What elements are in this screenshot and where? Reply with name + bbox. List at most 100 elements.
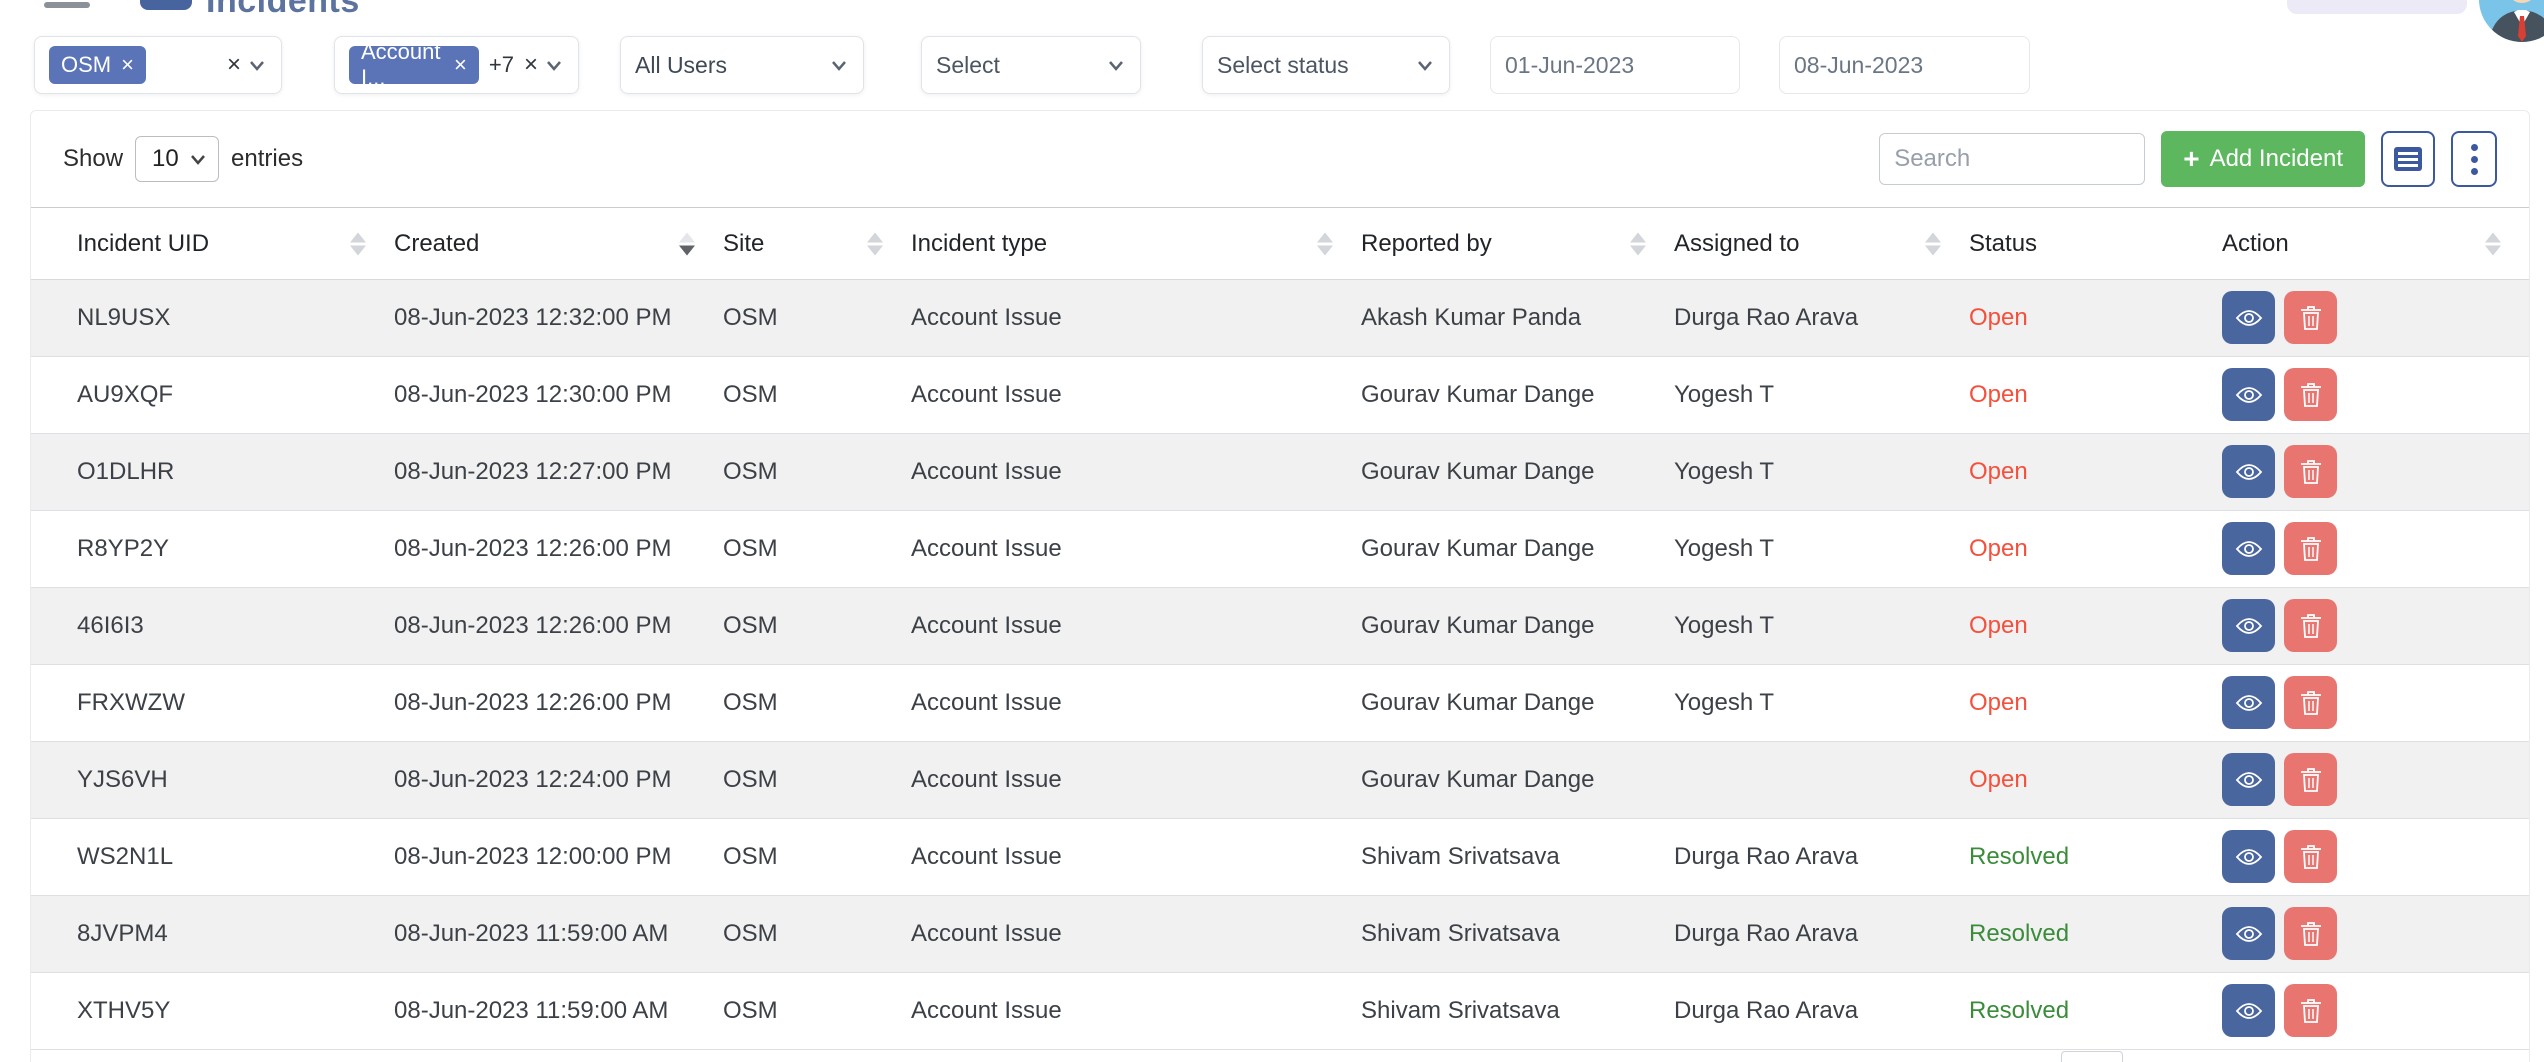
status-badge: Resolved [1969, 843, 2069, 870]
view-incident-button[interactable] [2222, 830, 2275, 883]
view-incident-button[interactable] [2222, 599, 2275, 652]
delete-incident-button[interactable] [2284, 368, 2337, 421]
status-badge: Open [1969, 766, 2028, 793]
view-incident-button[interactable] [2222, 291, 2275, 344]
table-row: NL9USX08-Jun-2023 12:32:00 PMOSMAccount … [31, 279, 2529, 356]
delete-incident-button[interactable] [2284, 445, 2337, 498]
cell-incident-uid: 46I6I3 [31, 587, 394, 664]
table-controls: Show 10 entries + Add Incident [31, 111, 2529, 208]
cell-action [2222, 664, 2529, 741]
filter-incident-type[interactable]: Account I... × +7 × [334, 36, 579, 94]
delete-incident-button[interactable] [2284, 984, 2337, 1037]
more-options-button[interactable] [2451, 131, 2497, 187]
view-incident-button[interactable] [2222, 984, 2275, 1037]
clear-filter-icon[interactable]: × [227, 51, 241, 79]
column-header-created[interactable]: Created [394, 209, 723, 279]
topbar-action-button[interactable] [2287, 0, 2467, 14]
table-header-row: Incident UID CreatedSiteIncident typeRepo… [31, 209, 2529, 279]
view-incident-button[interactable] [2222, 368, 2275, 421]
table-row: R8YP2Y08-Jun-2023 12:26:00 PMOSMAccount … [31, 510, 2529, 587]
cell-status: Open [1969, 587, 2222, 664]
delete-incident-button[interactable] [2284, 907, 2337, 960]
search-input[interactable] [1879, 133, 2145, 185]
delete-incident-button[interactable] [2284, 522, 2337, 575]
cell-site: OSM [723, 356, 911, 433]
column-header-status[interactable]: Status [1969, 209, 2222, 279]
sort-icon [2485, 232, 2501, 255]
cell-created: 08-Jun-2023 12:26:00 PM [394, 664, 723, 741]
cell-status: Resolved [1969, 818, 2222, 895]
cell-assigned-to: Yogesh T [1674, 433, 1969, 510]
cell-reported-by: Shivam Srivatsava [1361, 818, 1674, 895]
chevron-down-icon [1106, 55, 1126, 75]
status-badge: Open [1969, 689, 2028, 716]
column-label: Incident UID [77, 230, 209, 257]
filter-user-select[interactable]: All Users [620, 36, 864, 94]
plus-icon: + [2183, 145, 2199, 173]
chevron-down-icon [829, 55, 849, 75]
cell-action [2222, 895, 2529, 972]
cell-status: Open [1969, 356, 2222, 433]
chevron-down-icon [247, 55, 267, 75]
column-header-incident-type[interactable]: Incident type [911, 209, 1361, 279]
column-header-action[interactable]: Action [2222, 209, 2529, 279]
cell-action [2222, 356, 2529, 433]
column-header-reported-by[interactable]: Reported by [1361, 209, 1674, 279]
date-to-input[interactable]: 08-Jun-2023 [1779, 36, 2030, 94]
cell-incident-type: Account Issue [911, 587, 1361, 664]
kebab-icon [2471, 144, 2478, 175]
view-incident-button[interactable] [2222, 676, 2275, 729]
column-header-site[interactable]: Site [723, 209, 911, 279]
cell-incident-uid: YJS6VH [31, 741, 394, 818]
cell-assigned-to: Durga Rao Arava [1674, 818, 1969, 895]
chip-remove-icon[interactable]: × [454, 54, 467, 76]
sort-icon [867, 232, 883, 255]
filter-generic-select[interactable]: Select [921, 36, 1141, 94]
pagination-button-partial[interactable] [2061, 1051, 2123, 1062]
column-visibility-button[interactable] [2381, 131, 2435, 187]
view-incident-button[interactable] [2222, 907, 2275, 960]
add-incident-button[interactable]: + Add Incident [2161, 131, 2365, 187]
column-header-assigned-to[interactable]: Assigned to [1674, 209, 1969, 279]
view-incident-button[interactable] [2222, 522, 2275, 575]
list-icon [2393, 146, 2423, 172]
filter-chip-account-issue: Account I... × [349, 46, 479, 84]
column-header-incident-uid[interactable]: Incident UID [31, 209, 394, 279]
delete-incident-button[interactable] [2284, 676, 2337, 729]
delete-incident-button[interactable] [2284, 753, 2337, 806]
cell-incident-uid: R8YP2Y [31, 510, 394, 587]
eye-icon [2235, 385, 2263, 405]
filter-status-select[interactable]: Select status [1202, 36, 1450, 94]
chip-remove-icon[interactable]: × [121, 54, 134, 76]
delete-incident-button[interactable] [2284, 830, 2337, 883]
cell-incident-type: Account Issue [911, 818, 1361, 895]
delete-incident-button[interactable] [2284, 599, 2337, 652]
cell-reported-by: Shivam Srivatsava [1361, 895, 1674, 972]
cell-reported-by: Shivam Srivatsava [1361, 972, 1674, 1049]
menu-icon[interactable] [44, 0, 90, 8]
entries-label: entries [231, 145, 303, 173]
cell-action [2222, 741, 2529, 818]
date-from-input[interactable]: 01-Jun-2023 [1490, 36, 1740, 94]
cell-assigned-to: Durga Rao Arava [1674, 279, 1969, 356]
cell-assigned-to: Yogesh T [1674, 587, 1969, 664]
cell-site: OSM [723, 972, 911, 1049]
table-row: WS2N1L08-Jun-2023 12:00:00 PMOSMAccount … [31, 818, 2529, 895]
filter-site[interactable]: OSM × × [34, 36, 282, 94]
eye-icon [2235, 693, 2263, 713]
date-to-value: 08-Jun-2023 [1794, 52, 1923, 79]
cell-incident-uid: WS2N1L [31, 818, 394, 895]
view-incident-button[interactable] [2222, 445, 2275, 498]
page-size-select[interactable]: 10 [135, 136, 219, 182]
eye-icon [2235, 847, 2263, 867]
table-row: YJS6VH08-Jun-2023 12:24:00 PMOSMAccount … [31, 741, 2529, 818]
filter-status-value: Select status [1217, 52, 1349, 79]
status-badge: Open [1969, 535, 2028, 562]
topbar: Incidents [0, 0, 2544, 18]
delete-incident-button[interactable] [2284, 291, 2337, 344]
clear-filter-icon[interactable]: × [524, 51, 538, 79]
eye-icon [2235, 539, 2263, 559]
cell-site: OSM [723, 741, 911, 818]
view-incident-button[interactable] [2222, 753, 2275, 806]
filter-generic-value: Select [936, 52, 1000, 79]
